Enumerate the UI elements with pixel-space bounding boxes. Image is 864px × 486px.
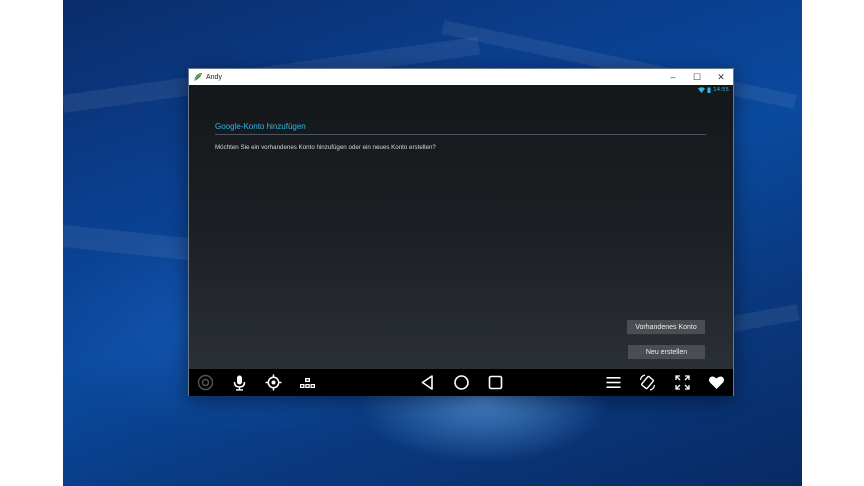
minimize-button[interactable]: – — [661, 69, 685, 85]
andy-settings-icon[interactable] — [197, 374, 214, 391]
dialog-message: Möchten Sie ein vorhandenes Konto hinzuf… — [215, 144, 436, 151]
dialog-divider — [215, 134, 706, 135]
dialog-title: Google-Konto hinzufügen — [215, 122, 306, 131]
android-status-bar: 14:55 — [698, 86, 729, 94]
title-bar[interactable]: Andy – ☐ ✕ — [189, 69, 733, 85]
recent-apps-icon[interactable] — [487, 374, 504, 391]
emulator-nav-bar — [189, 369, 733, 396]
window-controls: – ☐ ✕ — [661, 69, 733, 85]
rotate-screen-icon[interactable] — [639, 374, 656, 391]
create-new-account-button[interactable]: Neu erstellen — [628, 345, 705, 360]
home-icon[interactable] — [453, 374, 470, 391]
existing-account-button[interactable]: Vorhandenes Konto — [627, 320, 705, 335]
andy-emulator-window: Andy – ☐ ✕ 14:55 Google-Konto hinzufügen… — [188, 68, 734, 396]
microphone-icon[interactable] — [231, 374, 248, 391]
andy-logo-icon — [193, 73, 202, 82]
status-time: 14:55 — [713, 87, 729, 93]
window-title: Andy — [206, 73, 222, 81]
wifi-icon — [698, 87, 706, 93]
maximize-button[interactable]: ☐ — [685, 69, 709, 85]
back-icon[interactable] — [419, 374, 436, 391]
fullscreen-icon[interactable] — [674, 374, 691, 391]
location-target-icon[interactable] — [265, 374, 282, 391]
heart-icon[interactable] — [708, 374, 725, 391]
menu-icon[interactable] — [605, 374, 622, 391]
android-screen: 14:55 Google-Konto hinzufügen Möchten Si… — [189, 85, 733, 369]
gamepad-icon[interactable] — [299, 374, 316, 391]
close-button[interactable]: ✕ — [709, 69, 733, 85]
battery-icon — [707, 87, 711, 93]
